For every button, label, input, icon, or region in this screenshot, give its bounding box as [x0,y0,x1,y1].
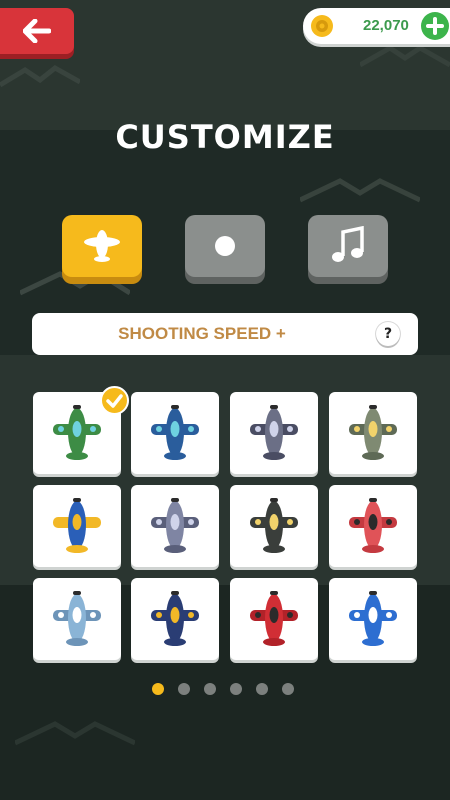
page-dot[interactable] [204,683,216,695]
coin-count: 22,070 [363,17,409,34]
page-dot[interactable] [178,683,190,695]
plane-card[interactable] [131,392,219,474]
plane-icon [349,405,397,460]
background-bird-decoration [15,721,135,746]
background-bird-decoration [300,178,420,203]
gear-coin-icon [311,15,333,37]
page-dot[interactable] [230,683,242,695]
background-bird-decoration [0,64,80,88]
upgrade-label: SHOOTING SPEED + [118,324,286,343]
plane-icon [53,591,101,646]
page-dot[interactable] [256,683,268,695]
plane-icon [250,591,298,646]
plane-icon [250,405,298,460]
dot-icon [215,236,235,256]
plane-card[interactable] [33,392,121,474]
plane-card[interactable] [329,578,417,660]
plane-card[interactable] [329,485,417,567]
plane-card[interactable] [131,485,219,567]
plane-icon [349,498,397,553]
plane-icon [151,591,199,646]
help-button[interactable]: ? [376,322,400,346]
plane-card[interactable] [131,578,219,660]
plane-icon [250,498,298,553]
plane-card[interactable] [230,392,318,474]
plus-icon[interactable] [421,12,449,40]
page-dot[interactable] [152,683,164,695]
plane-icon [151,498,199,553]
upgrade-info-bar: SHOOTING SPEED + ? [32,313,418,355]
tab-music[interactable] [308,215,388,277]
tab-plane[interactable] [62,215,142,277]
plane-card[interactable] [230,578,318,660]
arrow-left-icon [23,19,51,43]
plane-card[interactable] [33,578,121,660]
plane-icon [84,230,120,262]
plane-card[interactable] [33,485,121,567]
back-button[interactable] [0,8,74,54]
page-dot[interactable] [282,683,294,695]
page-title: CUSTOMIZE [115,118,335,156]
music-note-icon [332,226,364,262]
plane-icon [349,591,397,646]
plane-card[interactable] [329,392,417,474]
plane-card[interactable] [230,485,318,567]
tab-bullet[interactable] [185,215,265,277]
coin-balance: 22,070 [303,8,450,44]
background-bird-decoration [360,45,450,68]
plane-icon [53,498,101,553]
plane-icon [53,405,101,460]
plane-icon [151,405,199,460]
